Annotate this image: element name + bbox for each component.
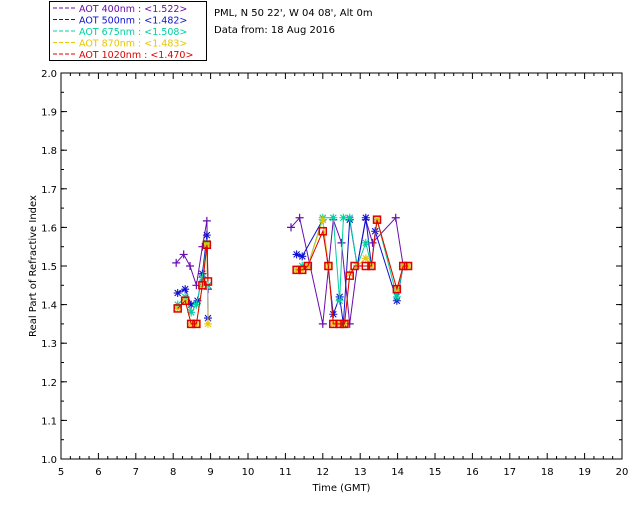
- series-line-1: [175, 216, 404, 325]
- y-axis-label: Real Part of Refractive Index: [28, 195, 39, 337]
- x-tick-label: 11: [279, 467, 292, 478]
- x-tick-label: 9: [207, 467, 213, 478]
- series-line-3: [177, 217, 409, 314]
- legend-entry-4: AOT 870nm : <1.483>: [79, 39, 187, 50]
- legend-entry-2: AOT 500nm : <1.482>: [79, 16, 187, 27]
- legend-entry-3: AOT 675nm : <1.508>: [79, 27, 187, 38]
- data-point-series-4: [318, 215, 327, 224]
- refractive-index-chart: 5 6 7 8 9 10 11 12 13 14 15 16 17 18 19 20 1.0 1.1 1.2 1.3 1…: [28, 4, 629, 494]
- data-point-series-2: [181, 285, 190, 294]
- y-tick-label: 1.7: [41, 185, 57, 196]
- x-tick-label: 13: [354, 467, 367, 478]
- x-tick-label: 7: [133, 467, 139, 478]
- data-point-series-3: [345, 213, 354, 222]
- x-tick-label: 15: [429, 467, 442, 478]
- y-tick-label: 1.0: [41, 455, 57, 466]
- data-point-series-3: [361, 238, 370, 247]
- data-point-series-3: [329, 213, 338, 222]
- data-point-series-1: [186, 262, 195, 270]
- data-point-series-2: [202, 231, 211, 240]
- y-tick-label: 1.4: [41, 301, 57, 312]
- data-point-series-2: [298, 252, 307, 261]
- y-tick-label: 1.9: [41, 108, 57, 119]
- y-tick-label: 1.2: [41, 378, 57, 389]
- data-point-series-2: [292, 250, 301, 259]
- x-tick-label: 16: [466, 467, 479, 478]
- y-tick-label: 1.8: [41, 146, 57, 157]
- y-tick-label: 2.0: [41, 69, 57, 80]
- x-tick-label: 19: [578, 467, 591, 478]
- legend-entry-5: AOT 1020nm : <1.470>: [79, 50, 193, 61]
- x-axis-label: Time (GMT): [312, 483, 371, 494]
- x-tick-label: 6: [95, 467, 101, 478]
- data-point-series-4: [361, 254, 370, 263]
- x-tick-label: 8: [170, 467, 176, 478]
- legend-entry-1: AOT 400nm : <1.522>: [79, 4, 187, 15]
- data-point-series-3: [335, 296, 344, 305]
- data-point-series-4: [203, 319, 212, 328]
- data-point-series-1: [337, 238, 346, 247]
- y-tick-label: 1.6: [41, 223, 57, 234]
- data-point-series-2: [361, 213, 370, 222]
- x-tick-label: 17: [503, 467, 516, 478]
- x-tick-label: 14: [391, 467, 404, 478]
- data-point-series-3: [392, 292, 401, 301]
- x-tick-label: 12: [316, 467, 329, 478]
- x-tick-label: 20: [616, 467, 629, 478]
- x-tick-label: 18: [541, 467, 554, 478]
- y-tick-label: 1.1: [41, 416, 57, 427]
- x-tick-label: 10: [242, 467, 255, 478]
- y-tick-label: 1.5: [41, 262, 57, 273]
- x-tick-label: 5: [58, 467, 64, 478]
- data-point-series-1: [318, 319, 327, 328]
- data-point-series-2: [329, 310, 338, 319]
- data-point-series-2: [173, 289, 182, 298]
- y-tick-label: 1.3: [41, 339, 57, 350]
- data-point-series-1: [202, 216, 211, 225]
